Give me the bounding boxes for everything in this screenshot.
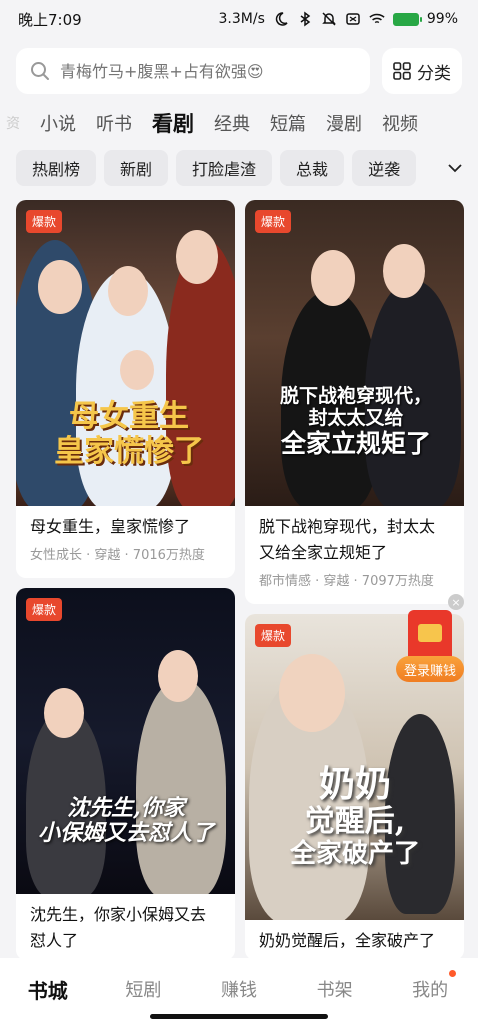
close-icon[interactable]: × (448, 594, 464, 610)
face (176, 230, 218, 284)
search-row: 分类 (16, 48, 462, 94)
tag-ceo[interactable]: 总裁 (280, 150, 345, 186)
tag-hot-list[interactable]: 热剧榜 (16, 150, 97, 186)
face (311, 250, 355, 306)
tag-comeback[interactable]: 逆袭 (352, 150, 417, 186)
tab-classic[interactable]: 经典 (214, 110, 250, 136)
sim-off-icon (346, 13, 360, 25)
poster-line: 全家破产了 (289, 838, 420, 869)
face (120, 350, 154, 390)
grid-icon (393, 62, 411, 80)
hot-badge: 爆款 (26, 598, 63, 621)
drama-card[interactable]: 爆款 沈先生,你家 小保姆又去怼人了 沈先生，你家小保姆又去怼人了 (16, 588, 235, 960)
nav-short-drama[interactable]: 短剧 (96, 976, 192, 1002)
home-indicator[interactable] (150, 1014, 328, 1019)
bottom-nav: 书城 短剧 赚钱 书架 我的 (0, 958, 478, 1020)
drama-poster: 爆款 沈先生,你家 小保姆又去怼人了 (16, 588, 235, 894)
poster-line: 沈先生,你家 (67, 795, 185, 821)
nav-earn[interactable]: 赚钱 (191, 976, 287, 1002)
poster-title: 脱下战袍穿现代， 封太太又给 全家立规矩了 (251, 385, 461, 458)
drama-poster: 爆款 脱下战袍穿现代， 封太太又给 全家立规矩了 (245, 200, 464, 506)
status-icons: 3.3M/s 99% (219, 11, 458, 27)
search-box[interactable] (16, 48, 370, 94)
mute-bell-icon (322, 12, 336, 26)
drama-poster: 爆款 母女重生 皇家慌惨了 (16, 200, 235, 506)
wifi-icon (369, 13, 385, 24)
moon-icon (275, 12, 288, 26)
card-title: 母女重生，皇家慌惨了 (30, 517, 191, 536)
card-meta: 女性成长 · 穿越 · 7016万热度 (30, 548, 205, 563)
battery-icon (392, 12, 422, 26)
category-button[interactable]: 分类 (382, 48, 462, 94)
nav-mine-label: 我的 (412, 980, 449, 1001)
red-envelope-icon[interactable] (408, 610, 452, 662)
tab-audiobook[interactable]: 听书 (96, 110, 132, 136)
tab-partial[interactable]: 资 (6, 113, 20, 133)
face (44, 688, 84, 738)
login-earn-button[interactable]: 登录赚钱 (396, 656, 464, 682)
face (108, 266, 148, 316)
tab-short[interactable]: 短篇 (270, 110, 306, 136)
drama-card[interactable]: 爆款 母女重生 皇家慌惨了 母女重生，皇家慌惨了 女性成长 · 穿越 · 701… (16, 200, 235, 578)
hot-badge: 爆款 (26, 210, 63, 233)
face (158, 650, 198, 702)
poster-title: 沈先生,你家 小保姆又去怼人了 (26, 795, 226, 847)
tab-novel[interactable]: 小说 (40, 110, 76, 136)
notification-dot (448, 970, 456, 977)
card-meta: 都市情感 · 穿越 · 7097万热度 (259, 574, 434, 589)
poster-title: 奶奶 觉醒后, 全家破产了 (255, 763, 455, 870)
expand-tags-button[interactable] (432, 150, 478, 186)
tab-video[interactable]: 视频 (382, 110, 418, 136)
bluetooth-icon (300, 11, 311, 27)
poster-line: 觉醒后, (304, 804, 406, 840)
category-label: 分类 (417, 63, 451, 84)
figure-right (136, 678, 226, 894)
battery-percent: 99% (426, 11, 458, 27)
status-bar: 晚上7:09 3.3M/s 99% (0, 0, 478, 38)
nav-bookstore[interactable]: 书城 (0, 975, 96, 1004)
status-time: 晚上7:09 (18, 10, 82, 29)
tag-face-slap[interactable]: 打脸虐渣 (176, 150, 273, 186)
poster-line: 封太太又给 (308, 406, 404, 429)
hot-badge: 爆款 (255, 210, 292, 233)
app-screen: 晚上7:09 3.3M/s 99% 青梅竹马+腹黑+占有欲强😍 分类 资 小说 … (0, 0, 478, 1020)
poster-line: 全家立规矩了 (280, 428, 431, 458)
poster-line: 小保姆又去怼人了 (37, 820, 214, 847)
main-tabs: 资 小说 听书 看剧 经典 短篇 漫剧 视频 (0, 104, 478, 142)
card-title: 沈先生，你家小保姆又去怼人了 (30, 905, 207, 950)
search-icon (31, 62, 49, 80)
drama-card[interactable]: 爆款 脱下战袍穿现代， 封太太又给 全家立规矩了 脱下战袍穿现代，封太太又给全家… (245, 200, 464, 604)
poster-line: 母女重生 (69, 399, 189, 434)
network-speed: 3.3M/s (218, 11, 265, 27)
tab-comic-drama[interactable]: 漫剧 (326, 110, 362, 136)
chevron-down-icon (448, 164, 462, 173)
poster-line: 脱下战袍穿现代， (279, 385, 432, 407)
sub-tags: 热剧榜 新剧 打脸虐渣 总裁 逆袭 (16, 150, 478, 186)
card-title: 脱下战袍穿现代，封太太又给全家立规矩了 (259, 517, 436, 562)
card-title: 奶奶觉醒后，全家破产了 (259, 931, 436, 950)
search-input[interactable] (60, 61, 356, 81)
nav-mine[interactable]: 我的 (382, 970, 478, 1002)
hot-badge: 爆款 (255, 624, 292, 647)
tab-drama[interactable]: 看剧 (152, 108, 194, 138)
poster-line: 皇家慌惨了 (54, 433, 204, 469)
face (279, 654, 345, 732)
poster-title: 母女重生 皇家慌惨了 (34, 399, 224, 469)
face (383, 244, 425, 298)
tag-new[interactable]: 新剧 (104, 150, 169, 186)
face (38, 260, 82, 314)
poster-line: 奶奶 (318, 763, 391, 805)
nav-bookshelf[interactable]: 书架 (287, 976, 383, 1002)
